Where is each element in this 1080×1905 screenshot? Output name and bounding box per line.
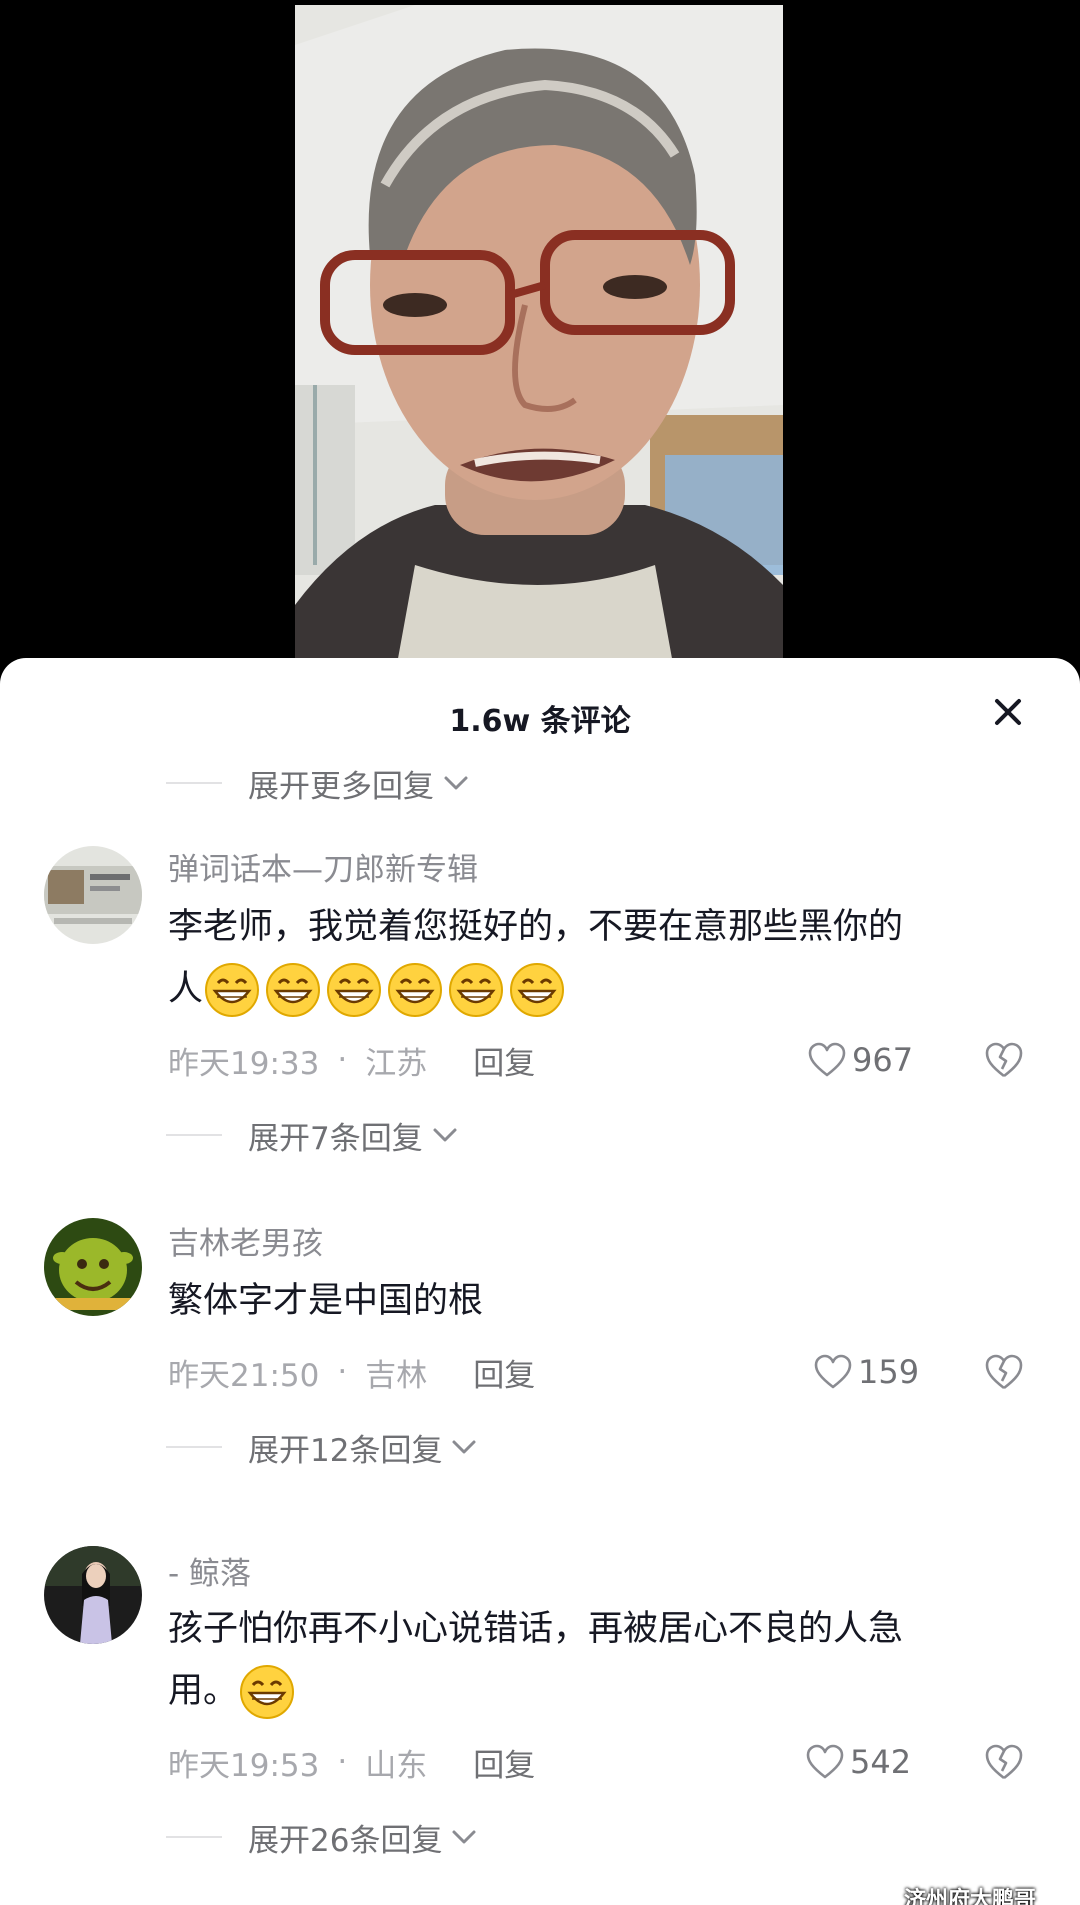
avatar[interactable] [44,846,142,944]
grin-emoji-icon [510,963,565,1017]
comment-count-title: 1.6w 条评论 [449,704,631,739]
expand-more-label: 展开更多回复 [248,768,434,805]
comment-time: 昨天21:50 [168,1357,320,1394]
comment-text-tail: 用。 [168,1671,239,1711]
chevron-down-icon [452,1830,476,1844]
emoji-row [203,961,569,1019]
avatar[interactable] [44,1546,142,1644]
expand-replies[interactable]: 展开7条回复 [166,1110,459,1160]
meta-separator: · [337,1744,348,1780]
heart-icon [814,1354,852,1389]
like-count: 542 [850,1743,912,1781]
comment-meta: 昨天19:33 · 江苏 回复 [168,1038,535,1082]
comment-meta: 昨天21:50 · 吉林 回复 [168,1350,535,1394]
grin-emoji-icon [327,963,382,1017]
reply-button[interactable]: 回复 [473,1038,535,1083]
grin-emoji-icon [388,963,443,1017]
video-area[interactable] [0,0,1080,680]
speaker-video-image [295,5,783,675]
heart-icon [808,1042,846,1077]
comment-time: 昨天19:33 [168,1045,320,1082]
comment-meta: 昨天19:53 · 山东 回复 [168,1740,535,1784]
comment-text: 孩子怕你再不小心说错话，再被居心不良的人急 用。 [168,1598,1028,1722]
comment-sheet-header: 1.6w 条评论 [0,658,1080,778]
expand-replies-label: 展开26条回复 [248,1822,443,1859]
meta-separator: · [337,1354,348,1390]
grin-emoji-icon [449,963,504,1017]
comment-sheet: 1.6w 条评论 展开更多回复 弹词话本—刀郎新专辑 李老师，我觉着您挺好的，不… [0,658,1080,1905]
broken-heart-icon[interactable] [984,1352,1024,1392]
expand-divider-line [166,1134,222,1136]
expand-replies-label: 展开7条回复 [248,1120,423,1157]
comment-location: 山东 [365,1747,428,1784]
expand-divider-line [166,1446,222,1448]
comment-text-line: 繁体字才是中国的根 [168,1281,484,1321]
comment-text-line-2: 人 [168,958,1028,1020]
like-count: 159 [858,1353,920,1391]
grin-emoji-icon [205,963,260,1017]
comment-text: 繁体字才是中国的根 [168,1270,1028,1332]
chevron-down-icon [433,1128,457,1142]
meta-separator: · [337,1042,348,1078]
expand-more-replies[interactable]: 展开更多回复 [166,758,470,808]
comment-text-line: 李老师，我觉着您挺好的，不要在意那些黑你的 [168,907,904,947]
video-frame[interactable] [295,5,783,675]
chevron-down-icon [452,1440,476,1454]
broken-heart-icon[interactable] [984,1742,1024,1782]
expand-replies[interactable]: 展开26条回复 [166,1812,478,1862]
like-button[interactable]: 542 [806,1740,911,1784]
comment-text-line: 孩子怕你再不小心说错话，再被居心不良的人急 [168,1609,904,1649]
comment-username[interactable]: 吉林老男孩 [168,1218,323,1263]
expand-divider-line [166,1836,222,1838]
comment-username[interactable]: 弹词话本—刀郎新专辑 [168,844,478,889]
comment-text-tail: 人 [168,969,204,1009]
emoji-row [238,1663,299,1721]
expand-replies[interactable]: 展开12条回复 [166,1422,478,1472]
comment-username[interactable]: - 鲸落 [168,1548,251,1593]
like-button[interactable]: 159 [814,1350,919,1394]
comment-time: 昨天19:53 [168,1747,320,1784]
watermark: 济州府大鹏哥 [904,1888,1037,1905]
comment-location: 江苏 [365,1045,428,1082]
expand-replies-label: 展开12条回复 [248,1432,443,1469]
close-icon[interactable] [988,692,1028,732]
heart-icon [806,1744,844,1779]
like-button[interactable]: 967 [808,1038,913,1082]
grin-emoji-icon [266,963,321,1017]
broken-heart-icon[interactable] [984,1040,1024,1080]
avatar[interactable] [44,1218,142,1316]
grin-emoji-icon [240,1665,295,1719]
comment-location: 吉林 [365,1357,428,1394]
comment-text-line-2: 用。 [168,1660,1028,1722]
reply-button[interactable]: 回复 [473,1350,535,1395]
comment-text: 李老师，我觉着您挺好的，不要在意那些黑你的 人 [168,896,1028,1020]
chevron-down-icon [444,776,468,790]
like-count: 967 [852,1041,914,1079]
expand-divider-line [166,782,222,784]
reply-button[interactable]: 回复 [473,1740,535,1785]
